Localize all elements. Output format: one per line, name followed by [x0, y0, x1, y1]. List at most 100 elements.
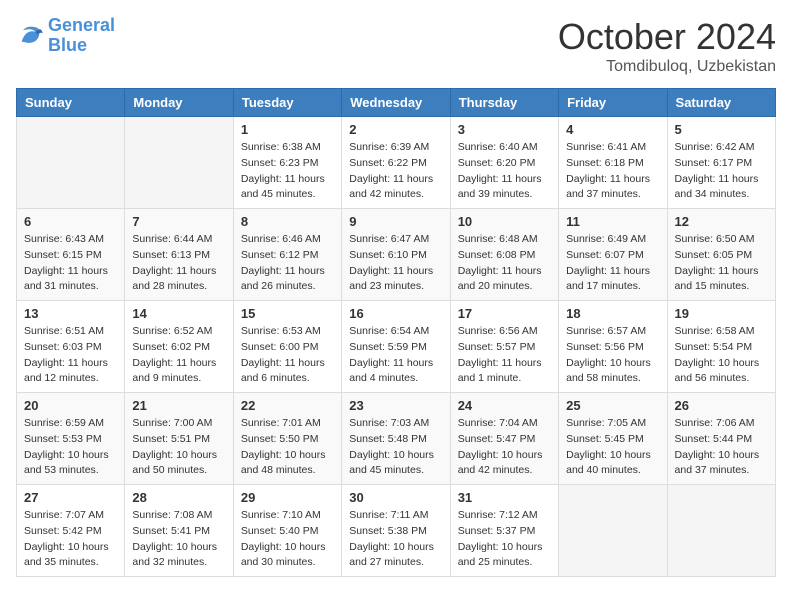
day-number: 16: [349, 306, 442, 321]
day-info: Sunrise: 7:06 AMSunset: 5:44 PMDaylight:…: [675, 416, 768, 479]
calendar-cell: 7Sunrise: 6:44 AMSunset: 6:13 PMDaylight…: [125, 209, 233, 301]
weekday-header-saturday: Saturday: [667, 89, 775, 117]
day-number: 31: [458, 490, 551, 505]
calendar-week-4: 20Sunrise: 6:59 AMSunset: 5:53 PMDayligh…: [17, 393, 776, 485]
calendar-cell: 19 Sunrise: 6:58 AMSunset: 5:54 PMDayligh…: [667, 301, 775, 393]
calendar-cell: 10Sunrise: 6:48 AMSunset: 6:08 PMDayligh…: [450, 209, 558, 301]
weekday-header-friday: Friday: [559, 89, 667, 117]
day-number: 18: [566, 306, 659, 321]
day-number: 25: [566, 398, 659, 413]
logo: General Blue: [16, 16, 115, 56]
day-info: Sunrise: 7:05 AMSunset: 5:45 PMDaylight:…: [566, 416, 659, 479]
day-number: 30: [349, 490, 442, 505]
calendar-week-2: 6Sunrise: 6:43 AMSunset: 6:15 PMDaylight…: [17, 209, 776, 301]
day-number: 22: [241, 398, 334, 413]
day-info: Sunrise: 6:50 AMSunset: 6:05 PMDaylight:…: [675, 232, 768, 295]
calendar-cell: 18Sunrise: 6:57 AMSunset: 5:56 PMDayligh…: [559, 301, 667, 393]
calendar-cell: 24Sunrise: 7:04 AMSunset: 5:47 PMDayligh…: [450, 393, 558, 485]
calendar-cell: [17, 117, 125, 209]
calendar-cell: 1Sunrise: 6:38 AMSunset: 6:23 PMDaylight…: [233, 117, 341, 209]
calendar-cell: 4Sunrise: 6:41 AMSunset: 6:18 PMDaylight…: [559, 117, 667, 209]
calendar-cell: [559, 485, 667, 577]
calendar-cell: 17 Sunrise: 6:56 AMSunset: 5:57 PMDayligh…: [450, 301, 558, 393]
day-info: Sunrise: 6:41 AMSunset: 6:18 PMDaylight:…: [566, 140, 659, 203]
month-title: October 2024: [558, 16, 776, 58]
day-info: Sunrise: 7:03 AMSunset: 5:48 PMDaylight:…: [349, 416, 442, 479]
calendar-cell: 22 Sunrise: 7:01 AMSunset: 5:50 PMDayligh…: [233, 393, 341, 485]
day-info: Sunrise: 6:40 AMSunset: 6:20 PMDaylight:…: [458, 140, 551, 203]
calendar-cell: 13 Sunrise: 6:51 AMSunset: 6:03 PMDayligh…: [17, 301, 125, 393]
calendar-cell: 9 Sunrise: 6:47 AMSunset: 6:10 PMDaylight…: [342, 209, 450, 301]
day-number: 28: [132, 490, 225, 505]
calendar-week-3: 13 Sunrise: 6:51 AMSunset: 6:03 PMDayligh…: [17, 301, 776, 393]
calendar-cell: 8 Sunrise: 6:46 AMSunset: 6:12 PMDaylight…: [233, 209, 341, 301]
location: Tomdibuloq, Uzbekistan: [558, 58, 776, 76]
calendar-cell: 21Sunrise: 7:00 AMSunset: 5:51 PMDayligh…: [125, 393, 233, 485]
calendar-cell: 3 Sunrise: 6:40 AMSunset: 6:20 PMDaylight…: [450, 117, 558, 209]
day-info: Sunrise: 7:04 AMSunset: 5:47 PMDaylight:…: [458, 416, 551, 479]
calendar-cell: 2Sunrise: 6:39 AMSunset: 6:22 PMDaylight…: [342, 117, 450, 209]
logo-general: General: [48, 15, 115, 35]
calendar-cell: 5 Sunrise: 6:42 AMSunset: 6:17 PMDaylight…: [667, 117, 775, 209]
day-number: 11: [566, 214, 659, 229]
day-info: Sunrise: 6:49 AMSunset: 6:07 PMDaylight:…: [566, 232, 659, 295]
calendar-cell: 31 Sunrise: 7:12 AMSunset: 5:37 PMDayligh…: [450, 485, 558, 577]
calendar-cell: [125, 117, 233, 209]
day-info: Sunrise: 6:58 AMSunset: 5:54 PMDaylight:…: [675, 324, 768, 387]
day-number: 29: [241, 490, 334, 505]
day-info: Sunrise: 7:07 AMSunset: 5:42 PMDaylight:…: [24, 508, 117, 571]
day-info: Sunrise: 6:46 AMSunset: 6:12 PMDaylight:…: [241, 232, 334, 295]
page-header: General Blue October 2024 Tomdibuloq, Uz…: [16, 16, 776, 76]
day-info: Sunrise: 7:11 AMSunset: 5:38 PMDaylight:…: [349, 508, 442, 571]
day-info: Sunrise: 7:12 AMSunset: 5:37 PMDaylight:…: [458, 508, 551, 571]
day-number: 9: [349, 214, 442, 229]
day-number: 5: [675, 122, 768, 137]
day-info: Sunrise: 6:52 AMSunset: 6:02 PMDaylight:…: [132, 324, 225, 387]
calendar-cell: 11 Sunrise: 6:49 AMSunset: 6:07 PMDayligh…: [559, 209, 667, 301]
day-number: 19: [675, 306, 768, 321]
calendar-week-1: 1Sunrise: 6:38 AMSunset: 6:23 PMDaylight…: [17, 117, 776, 209]
day-info: Sunrise: 7:10 AMSunset: 5:40 PMDaylight:…: [241, 508, 334, 571]
day-number: 15: [241, 306, 334, 321]
day-info: Sunrise: 6:42 AMSunset: 6:17 PMDaylight:…: [675, 140, 768, 203]
calendar-week-5: 27 Sunrise: 7:07 AMSunset: 5:42 PMDayligh…: [17, 485, 776, 577]
calendar-cell: 12 Sunrise: 6:50 AMSunset: 6:05 PMDayligh…: [667, 209, 775, 301]
weekday-header-wednesday: Wednesday: [342, 89, 450, 117]
day-info: Sunrise: 6:51 AMSunset: 6:03 PMDaylight:…: [24, 324, 117, 387]
day-number: 3: [458, 122, 551, 137]
day-info: Sunrise: 6:48 AMSunset: 6:08 PMDaylight:…: [458, 232, 551, 295]
day-info: Sunrise: 6:47 AMSunset: 6:10 PMDaylight:…: [349, 232, 442, 295]
day-info: Sunrise: 6:56 AMSunset: 5:57 PMDaylight:…: [458, 324, 551, 387]
calendar-cell: [667, 485, 775, 577]
calendar-cell: 16Sunrise: 6:54 AMSunset: 5:59 PMDayligh…: [342, 301, 450, 393]
day-number: 17: [458, 306, 551, 321]
day-number: 14: [132, 306, 225, 321]
title-block: October 2024 Tomdibuloq, Uzbekistan: [558, 16, 776, 76]
calendar-cell: 26 Sunrise: 7:06 AMSunset: 5:44 PMDayligh…: [667, 393, 775, 485]
day-number: 27: [24, 490, 117, 505]
weekday-header-monday: Monday: [125, 89, 233, 117]
calendar-cell: 6Sunrise: 6:43 AMSunset: 6:15 PMDaylight…: [17, 209, 125, 301]
day-info: Sunrise: 6:53 AMSunset: 6:00 PMDaylight:…: [241, 324, 334, 387]
day-number: 1: [241, 122, 334, 137]
day-number: 7: [132, 214, 225, 229]
day-number: 23: [349, 398, 442, 413]
calendar-cell: 27 Sunrise: 7:07 AMSunset: 5:42 PMDayligh…: [17, 485, 125, 577]
day-number: 8: [241, 214, 334, 229]
calendar-cell: 20Sunrise: 6:59 AMSunset: 5:53 PMDayligh…: [17, 393, 125, 485]
weekday-header-thursday: Thursday: [450, 89, 558, 117]
day-number: 13: [24, 306, 117, 321]
calendar-table: SundayMondayTuesdayWednesdayThursdayFrid…: [16, 88, 776, 577]
day-number: 26: [675, 398, 768, 413]
calendar-cell: 25 Sunrise: 7:05 AMSunset: 5:45 PMDayligh…: [559, 393, 667, 485]
weekday-header-tuesday: Tuesday: [233, 89, 341, 117]
logo-icon: [16, 22, 44, 50]
day-info: Sunrise: 7:08 AMSunset: 5:41 PMDaylight:…: [132, 508, 225, 571]
weekday-header-sunday: Sunday: [17, 89, 125, 117]
calendar-cell: 30 Sunrise: 7:11 AMSunset: 5:38 PMDayligh…: [342, 485, 450, 577]
calendar-cell: 23 Sunrise: 7:03 AMSunset: 5:48 PMDayligh…: [342, 393, 450, 485]
day-number: 20: [24, 398, 117, 413]
day-info: Sunrise: 7:01 AMSunset: 5:50 PMDaylight:…: [241, 416, 334, 479]
day-info: Sunrise: 7:00 AMSunset: 5:51 PMDaylight:…: [132, 416, 225, 479]
day-number: 12: [675, 214, 768, 229]
